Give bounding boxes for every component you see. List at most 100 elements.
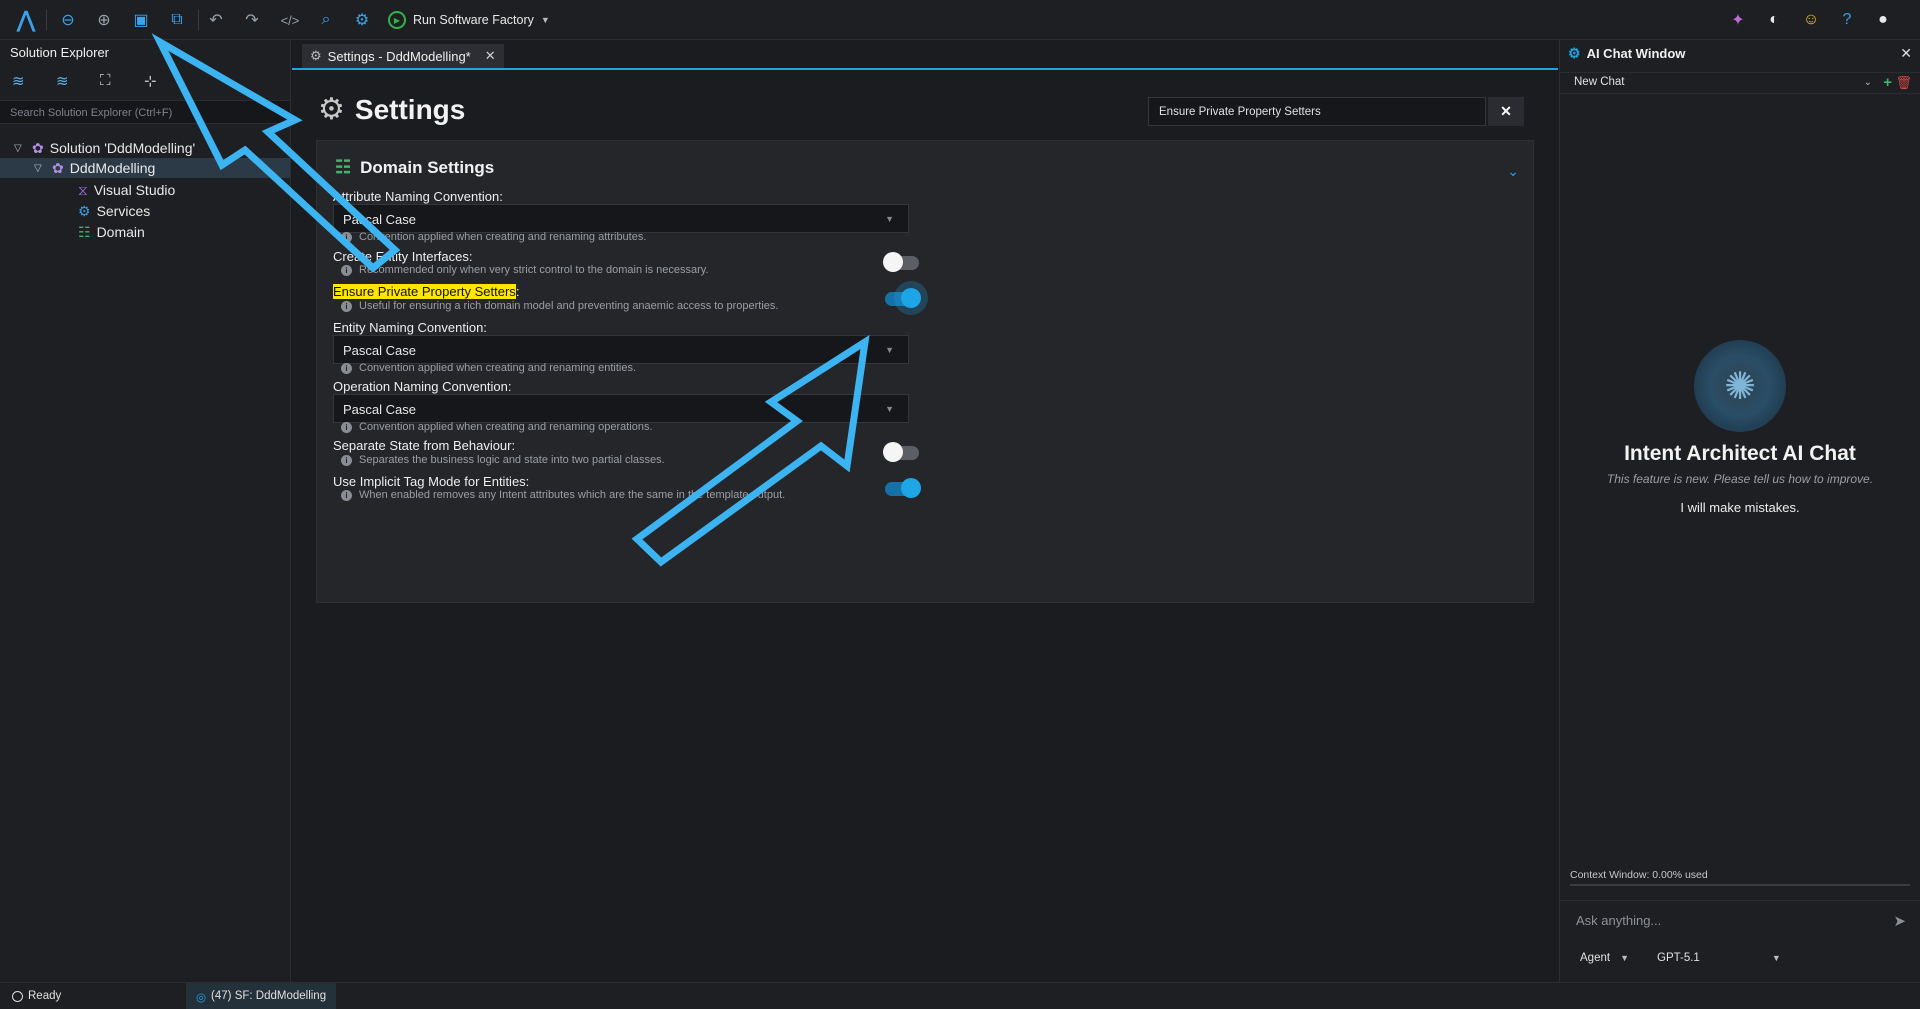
toggle-knob — [901, 478, 921, 498]
top-toolbar: ⋀ ⊖ ⊕ ▣ ⧉ ↶ ↷ </> ⌕ ⚙ ▶ Run Software Fac… — [0, 0, 1920, 40]
send-icon[interactable]: ➤ — [1893, 912, 1906, 930]
tree-item-label: Services — [96, 203, 151, 219]
search-icon[interactable]: ⌕ — [314, 8, 338, 32]
run-software-factory-button[interactable]: ▶ Run Software Factory ▼ — [388, 8, 550, 32]
select-value: Pascal Case — [343, 343, 416, 358]
settings-icon[interactable]: ⚙ — [350, 8, 374, 32]
ai-chat-panel: ⚙ AI Chat Window ✕ New Chat ⌄ + 🗑 ✺ Inte… — [1559, 40, 1920, 982]
close-icon[interactable]: ✕ — [1900, 45, 1912, 62]
toggle-knob — [883, 252, 903, 272]
entity-naming-select[interactable]: Pascal Case ▼ — [333, 335, 909, 364]
tab-settings[interactable]: ⚙ Settings - DddModelling* ✕ — [302, 44, 504, 68]
code-icon[interactable]: </> — [278, 8, 302, 32]
tree-item-label: Visual Studio — [93, 182, 176, 198]
implicit-tag-mode-toggle[interactable] — [885, 478, 921, 498]
gift-icon[interactable]: ✦ — [1726, 8, 1750, 32]
ensure-private-setters-toggle[interactable] — [885, 288, 921, 308]
trash-icon[interactable]: 🗑 — [1895, 75, 1912, 91]
hint-text: When enabled removes any Intent attribut… — [359, 489, 786, 501]
redo-icon[interactable]: ↷ — [240, 8, 264, 32]
close-icon[interactable]: ✕ — [485, 48, 496, 64]
info-icon: i — [341, 454, 352, 466]
ai-chat-heading: Intent Architect AI Chat — [1624, 442, 1856, 465]
ensure-private-setters-label: Ensure Private Property Setters: — [333, 284, 519, 299]
tree-item-domain[interactable]: ☷ Domain — [78, 222, 145, 242]
chevron-down-icon: ▼ — [885, 214, 894, 224]
context-window-status: Context Window: 0.00% used — [1570, 869, 1708, 881]
implicit-tag-mode-hint: i When enabled removes any Intent attrib… — [341, 489, 785, 501]
collapse-layers-icon[interactable]: ≋ — [12, 72, 25, 90]
create-entity-interfaces-label: Create Entity Interfaces: — [333, 249, 473, 264]
chevron-down-icon: ▼ — [1771, 953, 1781, 963]
select-value: Pascal Case — [343, 402, 416, 417]
help-icon[interactable]: ? — [1835, 8, 1859, 32]
gear-icon: ⚙ — [310, 48, 322, 63]
back-icon[interactable]: ⊖ — [56, 8, 80, 32]
tree-item-solution[interactable]: ▽ ✿ Solution 'DddModelling' — [14, 138, 195, 158]
tree-item-label: DddModelling — [69, 160, 156, 176]
context-window-bar — [1570, 884, 1910, 886]
select-value: Pascal Case — [343, 212, 416, 227]
info-icon: i — [341, 489, 352, 501]
ai-chat-title: ⚙ AI Chat Window — [1568, 45, 1685, 62]
operation-naming-label: Operation Naming Convention: — [333, 379, 512, 394]
tree-item-dddmodelling[interactable]: ▽ ✿ DddModelling — [0, 158, 290, 178]
status-ready-text: Ready — [28, 990, 62, 1002]
section-title: Domain Settings — [360, 157, 495, 177]
chat-input[interactable]: Ask anything... — [1560, 900, 1920, 940]
chat-select[interactable]: New Chat ⌄ + 🗑 — [1560, 72, 1920, 94]
tree-item-visual-studio[interactable]: ⧖ Visual Studio — [78, 180, 175, 200]
hint-text: Convention applied when creating and ren… — [359, 231, 647, 243]
attribute-naming-select[interactable]: Pascal Case ▼ — [333, 204, 909, 233]
ai-chat-title-text: AI Chat Window — [1586, 46, 1686, 61]
app-logo-icon[interactable]: ⋀ — [14, 7, 38, 32]
status-bar: Ready ◎ (47) SF: DddModelling — [0, 982, 1920, 1009]
solution-explorer-search-input[interactable]: Search Solution Explorer (Ctrl+F) — [0, 100, 290, 124]
expand-all-icon[interactable]: ⛶ — [100, 72, 111, 89]
forward-icon[interactable]: ⊕ — [92, 8, 116, 32]
expand-triangle-icon[interactable]: ▽ — [14, 143, 26, 154]
create-entity-interfaces-hint: i Recommended only when very strict cont… — [341, 264, 709, 276]
settings-editor: ⚙ Settings - DddModelling* ✕ ⚙ Settings … — [292, 40, 1558, 982]
collapse-all-icon[interactable]: ⊹ — [144, 72, 157, 90]
toggle-knob — [901, 288, 921, 308]
info-icon: i — [341, 300, 352, 312]
separate-state-toggle[interactable] — [883, 442, 919, 462]
tree-item-services[interactable]: ⚙ Services — [78, 201, 150, 221]
domain-icon: ☷ — [335, 157, 352, 177]
undo-icon[interactable]: ↶ — [204, 8, 228, 32]
create-entity-interfaces-toggle[interactable] — [883, 252, 919, 272]
theme-icon[interactable]: ◐ — [1762, 8, 1786, 32]
chevron-down-icon[interactable]: ⌄ — [1864, 77, 1872, 88]
operation-naming-select[interactable]: Pascal Case ▼ — [333, 394, 909, 423]
expand-triangle-icon[interactable]: ▽ — [34, 163, 46, 174]
save-icon[interactable]: ▣ — [129, 8, 153, 32]
clear-filter-button[interactable]: ✕ — [1488, 97, 1524, 126]
separate-state-label: Separate State from Behaviour: — [333, 438, 516, 453]
save-all-icon[interactable]: ⧉ — [165, 8, 189, 32]
implicit-tag-mode-label: Use Implicit Tag Mode for Entities: — [333, 474, 530, 489]
toolbar-separator — [46, 10, 47, 30]
solution-explorer-panel: Solution Explorer ≋ ≋ ⛶ ⊹ Search Solutio… — [0, 40, 291, 982]
document-tabstrip: ⚙ Settings - DddModelling* ✕ — [292, 40, 1558, 70]
status-circle-icon — [12, 990, 23, 1002]
section-header[interactable]: ☷ Domain Settings — [335, 157, 494, 178]
page-title-text: Settings — [354, 93, 466, 125]
status-ready: Ready — [12, 990, 61, 1002]
model-select[interactable]: GPT-5.1 ▼ — [1657, 952, 1781, 964]
visual-studio-icon: ⧖ — [78, 181, 88, 198]
hint-text: Separates the business logic and state i… — [359, 454, 665, 466]
chevron-down-icon[interactable]: ⌄ — [1507, 163, 1519, 180]
ai-chat-disclaimer: I will make mistakes. — [1680, 500, 1800, 515]
expand-layers-icon[interactable]: ≋ — [56, 72, 69, 90]
new-chat-plus-icon[interactable]: + — [1883, 74, 1892, 91]
software-factory-status[interactable]: ◎ (47) SF: DddModelling — [186, 983, 337, 1009]
smiley-icon[interactable]: ☺ — [1799, 8, 1823, 32]
toolbar-separator — [198, 10, 199, 30]
ai-chat-icon: ⚙ — [1568, 45, 1581, 61]
application-icon: ✿ — [52, 159, 64, 176]
tree-item-label: Solution 'DddModelling' — [49, 140, 196, 156]
account-icon[interactable]: ● — [1871, 8, 1895, 32]
settings-filter-input[interactable]: Ensure Private Property Setters — [1148, 97, 1486, 126]
mode-select[interactable]: Agent ▼ — [1580, 952, 1629, 964]
